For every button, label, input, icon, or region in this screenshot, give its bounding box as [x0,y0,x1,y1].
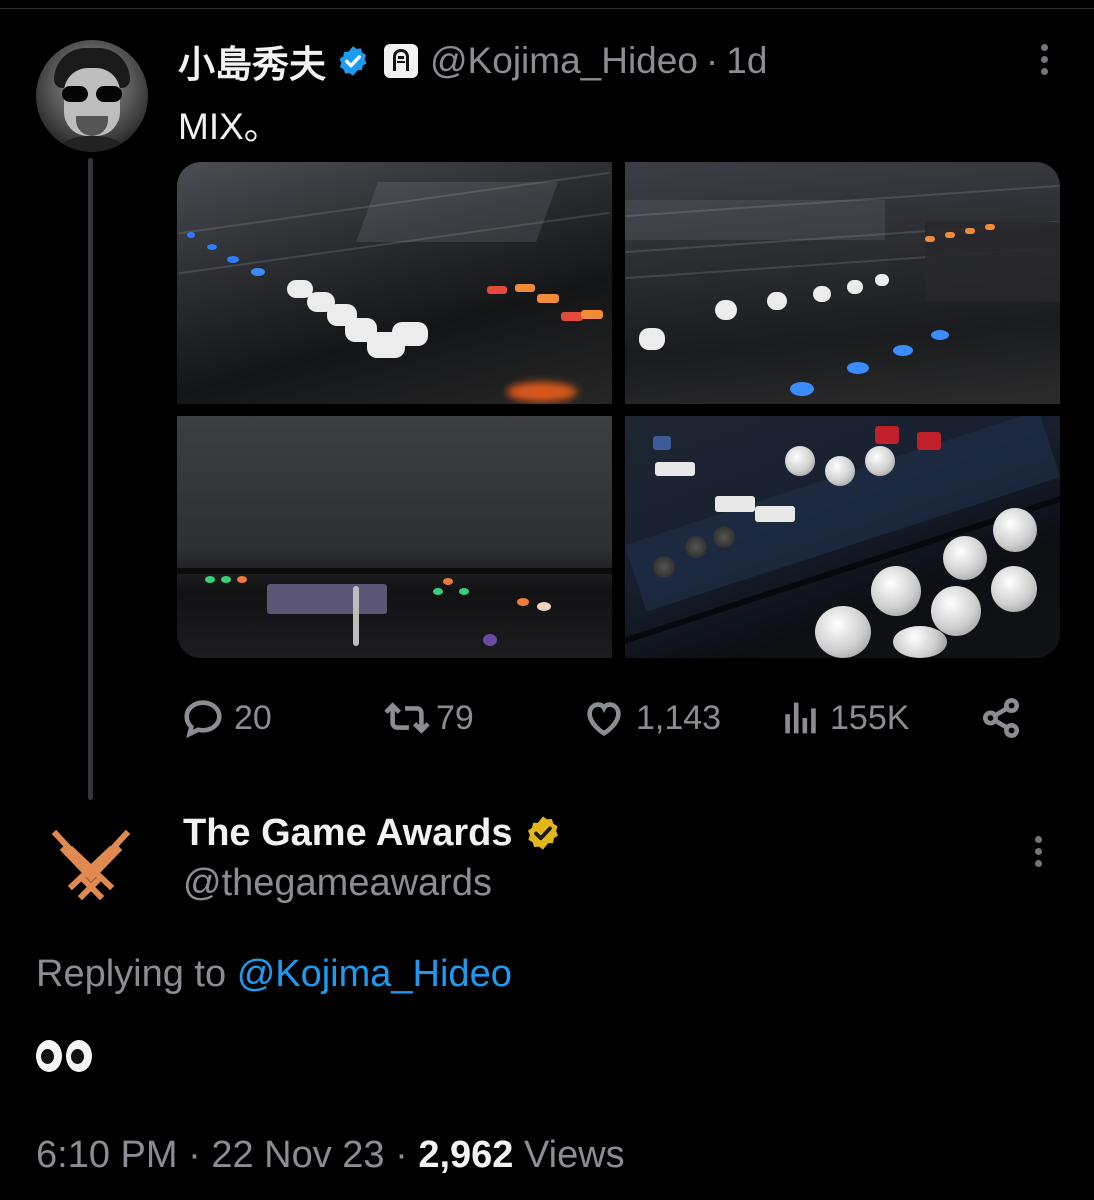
reply-metadata: 6:10 PM · 22 Nov 23 · 2,962 Views [36,1134,625,1177]
eyes-emoji-icon [36,1040,92,1072]
media-image-2[interactable] [625,162,1060,404]
reply-author-name[interactable]: The Game Awards [183,812,512,855]
reply-icon [184,700,222,739]
media-image-3[interactable] [177,416,612,658]
verified-organization-badge-icon[interactable] [524,814,562,852]
repost-button[interactable]: 79 [380,690,474,746]
repost-count: 79 [436,698,474,737]
heart-icon [587,702,621,737]
reply-date[interactable]: 22 Nov 23 [211,1134,384,1176]
reply-author-handle[interactable]: @thegameawards [183,862,492,905]
reply-count: 20 [234,698,272,737]
verified-badge-icon[interactable] [336,44,370,78]
reply-time[interactable]: 6:10 PM [36,1134,178,1176]
views-button[interactable]: 155K [780,690,909,746]
dot-separator: · [705,40,719,81]
tweet-actions: 20 79 1,143 155K [180,690,1040,746]
media-image-1[interactable] [177,162,612,404]
affiliate-logo-icon[interactable] [384,44,418,78]
dot-separator: · [395,1134,408,1176]
repost-icon [384,702,430,734]
the-game-awards-logo-icon[interactable] [46,822,136,902]
media-grid [177,162,1060,658]
replying-to-label: Replying to [36,953,227,995]
reply-views-count: 2,962 [418,1134,514,1176]
like-button[interactable]: 1,143 [580,690,721,746]
more-options-icon[interactable] [1038,44,1050,80]
analytics-icon [785,702,816,734]
more-options-icon[interactable] [1032,836,1044,872]
like-count: 1,143 [636,698,722,737]
thread-connector-line [88,158,93,800]
replying-to-mention[interactable]: @Kojima_Hideo [237,953,512,995]
tweet-text: MIX。 [178,106,281,147]
avatar[interactable] [36,40,148,152]
views-count: 155K [830,698,910,737]
timestamp[interactable]: 1d [726,40,767,82]
reply-button[interactable]: 20 [180,690,272,746]
share-icon [982,698,1020,738]
replying-to: Replying to @Kojima_Hideo [36,953,512,996]
author-name[interactable]: 小島秀夫 [178,34,326,88]
reply-views-label: Views [523,1134,625,1176]
reply-header: The Game Awards [183,808,562,858]
author-handle[interactable]: @Kojima_Hideo [430,40,698,82]
top-divider [0,8,1094,9]
dot-separator: · [188,1134,201,1176]
media-image-4[interactable] [625,416,1060,658]
tweet-header: 小島秀夫 @Kojima_Hideo · 1d [178,38,767,85]
share-button[interactable] [978,690,1024,746]
